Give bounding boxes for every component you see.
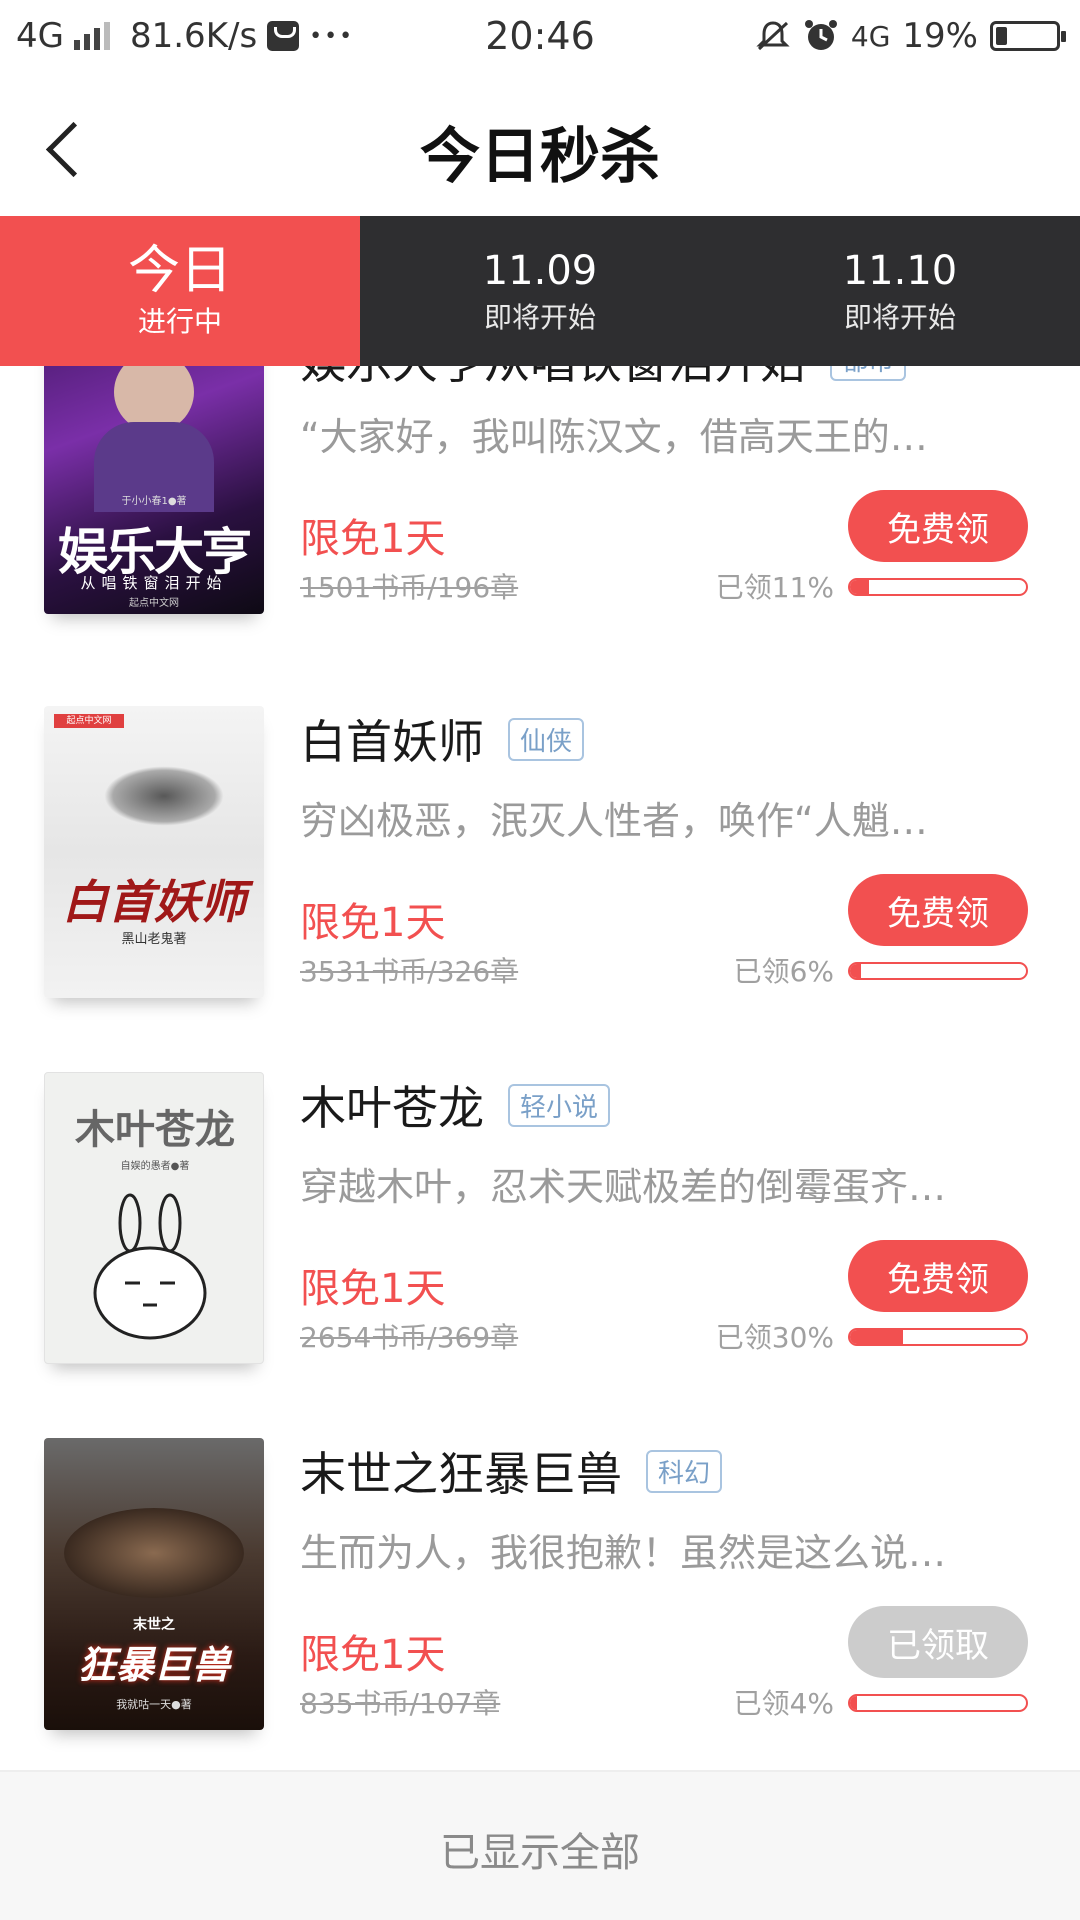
status-bar: 4G 81.6K/s ••• 20:46 4G 19% xyxy=(0,0,1080,76)
cover-title: 白首妖师 xyxy=(62,875,246,929)
claimed-percent: 已领6% xyxy=(733,955,834,988)
book-cover[interactable]: 起点中文网 白首妖师 黑山老鬼著 xyxy=(44,706,264,998)
claimed-percent: 已领30% xyxy=(715,1321,834,1354)
book-cover[interactable]: 木叶苍龙 自娱的愚者●著 xyxy=(44,1072,264,1364)
cover-author: 我就咕一天●著 xyxy=(116,1698,192,1711)
genre-tag: 轻小说 xyxy=(508,1084,611,1127)
tab-today[interactable]: 今日 进行中 xyxy=(0,216,360,366)
book-title-text: 末世之狂暴巨兽 xyxy=(300,1447,622,1501)
footer-text: 已显示全部 xyxy=(440,1830,640,1876)
tab-label: 今日 xyxy=(127,241,232,301)
rabbit-illustration xyxy=(93,1193,207,1340)
book-cover[interactable]: 于小小春1●著 娱乐大亨 从唱铁窗泪开始 起点中文网 xyxy=(44,366,264,614)
cover-brand: 起点中文网 xyxy=(54,714,124,728)
cover-subtitle: 末世之 xyxy=(133,1617,175,1633)
claim-progress-bar xyxy=(848,578,1028,596)
book-desc: 生而为人，我很抱歉！虽然是这么说… xyxy=(300,1531,947,1575)
alarm-icon xyxy=(804,20,837,50)
book-title-text: 木叶苍龙 xyxy=(300,1081,484,1135)
mute-icon xyxy=(756,21,790,51)
book-title-text: 白首妖师 xyxy=(300,715,484,769)
book-title: 娱乐大亨从唱铁窗泪开始 都市 xyxy=(300,366,907,392)
network-type-2: 4G xyxy=(850,19,891,53)
book-desc: 穷凶极恶，泯灭人性者，唤作“人魈… xyxy=(300,799,928,843)
title-bar: 今日秒杀 xyxy=(0,76,1080,216)
tab-sublabel: 即将开始 xyxy=(483,301,596,334)
cover-author: 自娱的愚者●著 xyxy=(120,1161,190,1172)
genre-tag: 都市 xyxy=(830,366,907,381)
free-label: 限免1天 xyxy=(300,1632,446,1678)
battery-icon xyxy=(990,21,1066,51)
original-price: 835书币/107章 xyxy=(300,1687,501,1720)
claim-progress-bar xyxy=(848,962,1028,980)
cover-author: 于小小春1●著 xyxy=(121,496,187,507)
book-item[interactable]: 木叶苍龙 自娱的愚者●著 木叶苍龙 轻小说 穿越木叶，忍术天赋极差的倒霉蛋齐… 限… xyxy=(0,1072,1080,1412)
original-price: 3531书币/326章 xyxy=(300,955,519,988)
genre-tag: 科幻 xyxy=(646,1450,723,1493)
claimed-percent: 已领11% xyxy=(715,571,834,604)
book-item[interactable]: 末世之 狂暴巨兽 我就咕一天●著 末世之狂暴巨兽 科幻 生而为人，我很抱歉！虽然是… xyxy=(0,1438,1080,1770)
original-price: 2654书币/369章 xyxy=(300,1321,519,1354)
cover-title: 木叶苍龙 xyxy=(75,1106,235,1153)
tab-1109[interactable]: 11.09 即将开始 xyxy=(360,216,720,366)
claim-button[interactable]: 免费领 xyxy=(848,874,1028,946)
claimed-percent: 已领4% xyxy=(733,1687,834,1720)
cover-title: 狂暴巨兽 xyxy=(77,1643,230,1687)
list-end-footer: 已显示全部 xyxy=(0,1772,1080,1920)
claim-button[interactable]: 免费领 xyxy=(848,1240,1028,1312)
book-item[interactable]: 起点中文网 白首妖师 黑山老鬼著 白首妖师 仙侠 穷凶极恶，泯灭人性者，唤作“人魈… xyxy=(0,706,1080,1046)
cover-brand: 起点中文网 xyxy=(129,598,179,609)
original-price: 1501书币/196章 xyxy=(300,571,519,604)
tab-label: 11.10 xyxy=(842,248,958,294)
book-desc: “大家好，我叫陈汉文，借高天王的… xyxy=(300,415,928,459)
battery-percent: 19% xyxy=(902,16,978,56)
date-tabs: 今日 进行中 11.09 即将开始 11.10 即将开始 xyxy=(0,216,1080,366)
book-title: 末世之狂暴巨兽 科幻 xyxy=(300,1438,723,1504)
book-title: 白首妖师 仙侠 xyxy=(300,706,585,772)
page-title: 今日秒杀 xyxy=(420,122,660,192)
book-title: 木叶苍龙 轻小说 xyxy=(300,1072,611,1138)
book-title-text: 娱乐大亨从唱铁窗泪开始 xyxy=(300,366,806,389)
claimed-button[interactable]: 已领取 xyxy=(848,1606,1028,1678)
tab-label: 11.09 xyxy=(482,248,598,294)
tab-sublabel: 即将开始 xyxy=(843,301,956,334)
claim-progress-bar xyxy=(848,1328,1028,1346)
book-list: 于小小春1●著 娱乐大亨 从唱铁窗泪开始 起点中文网 娱乐大亨从唱铁窗泪开始 都市… xyxy=(0,366,1080,1770)
cover-subtitle: 从唱铁窗泪开始 xyxy=(80,574,228,592)
free-label: 限免1天 xyxy=(300,1266,446,1312)
book-item[interactable]: 于小小春1●著 娱乐大亨 从唱铁窗泪开始 起点中文网 娱乐大亨从唱铁窗泪开始 都市… xyxy=(0,366,1080,662)
free-label: 限免1天 xyxy=(300,516,446,562)
genre-tag: 仙侠 xyxy=(508,718,585,761)
cover-author: 黑山老鬼著 xyxy=(121,932,187,947)
tab-1110[interactable]: 11.10 即将开始 xyxy=(720,216,1080,366)
book-cover[interactable]: 末世之 狂暴巨兽 我就咕一天●著 xyxy=(44,1438,264,1730)
tab-sublabel: 进行中 xyxy=(137,305,222,338)
book-desc: 穿越木叶，忍术天赋极差的倒霉蛋齐… xyxy=(300,1165,947,1209)
free-label: 限免1天 xyxy=(300,900,446,946)
claim-progress-bar xyxy=(848,1694,1028,1712)
claim-button[interactable]: 免费领 xyxy=(848,490,1028,562)
